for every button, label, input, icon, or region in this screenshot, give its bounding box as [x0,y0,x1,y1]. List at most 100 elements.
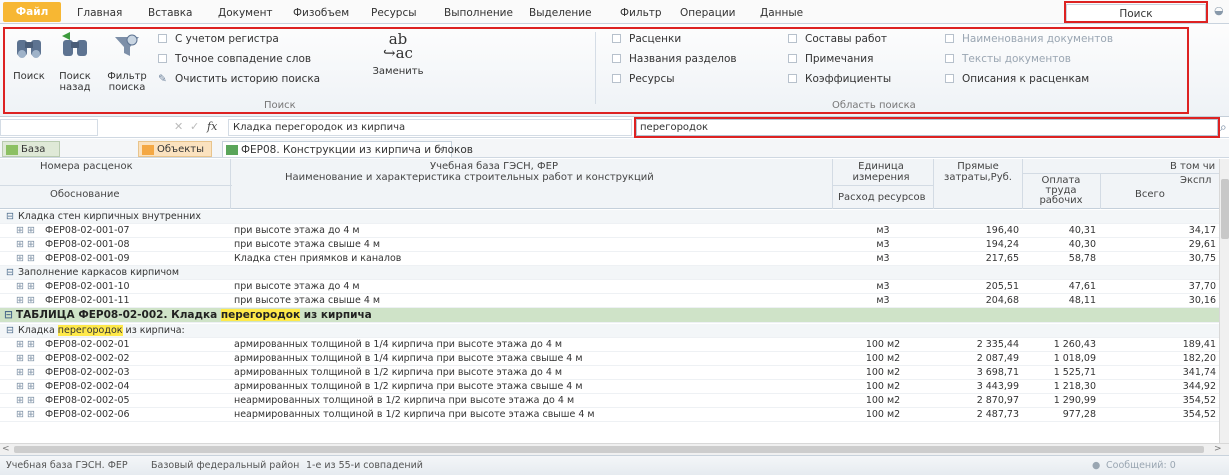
clear-history-button[interactable]: ✎ Очистить историю поиска [158,72,320,86]
scope-section-names-checkbox[interactable]: Названия разделов [612,52,737,66]
header-name: Наименование и характеристика строительн… [285,172,654,183]
menu-tab-selection[interactable]: Выделение [529,4,592,22]
search-group-label: Поиск [264,100,296,111]
table-row[interactable]: ⊞ ⊞ ФЕР08-02-001-10 при высоте этажа до 4 … [0,280,1219,294]
header-base: Учебная база ГЭСН, ФЕР [430,161,558,172]
menu-tab-resources[interactable]: Ресурсы [371,4,417,22]
checkbox-box [788,74,797,83]
collapse-icon[interactable]: ⊟ [6,324,14,337]
scope-prices-checkbox[interactable]: Расценки [612,32,681,46]
scroll-thumb[interactable] [14,446,1204,453]
menu-file[interactable]: Файл [3,2,61,22]
menu-tab-insert[interactable]: Вставка [148,4,193,22]
menu-tab-volume[interactable]: Физобъем [293,4,349,22]
scope-document-texts-checkbox[interactable]: Тексты документов [945,52,1071,66]
scope-resources-label: Ресурсы [629,73,675,85]
price-code: ФЕР08-02-001-07 [45,225,130,236]
find-button[interactable]: Поиск [6,32,52,82]
price-code: ФЕР08-02-002-03 [45,367,130,378]
table-row[interactable]: ⊞ ⊞ ФЕР08-02-002-01 армированных толщиной … [0,338,1219,352]
table-row[interactable]: ⊞ ⊞ ФЕР08-02-002-03 армированных толщиной … [0,366,1219,380]
table-row[interactable]: ⊞ ⊞ ФЕР08-02-001-08 при высоте этажа свыше… [0,238,1219,252]
menu-tab-operations[interactable]: Операции [680,4,735,22]
expand-icon[interactable]: ⊞ ⊞ [16,380,35,393]
whole-words-checkbox[interactable]: Точное совпадение слов [158,52,311,66]
status-messages[interactable]: Сообщений: 0 [1106,456,1176,475]
group-row[interactable]: ⊟ Кладка стен кирпичных внутренних [0,210,1219,224]
name-box[interactable] [0,119,98,136]
menu-tab-filter[interactable]: Фильтр [620,4,662,22]
close-icon[interactable]: ✕ [436,142,445,158]
price-code: ФЕР08-02-002-06 [45,409,130,420]
labor-cost: 977,28 [1062,409,1096,420]
tab-document[interactable]: ФЕР08. Конструкции из кирпича и блоков ✕ [222,141,473,158]
replace-button[interactable]: ab ↪ac Заменить [370,32,426,78]
search-icon[interactable]: ⌕ [1220,120,1227,135]
collapse-icon[interactable]: ⊟ [6,210,14,223]
expand-icon[interactable]: ⊞ ⊞ [16,408,35,421]
search-input[interactable]: перегородок [636,119,1218,136]
expand-icon[interactable]: ⊞ ⊞ [16,352,35,365]
unit: 100 м2 [865,353,901,364]
expand-icon[interactable]: ⊞ ⊞ [16,366,35,379]
expand-icon[interactable]: ⊞ ⊞ [16,294,35,307]
scope-document-names-checkbox[interactable]: Наименования документов [945,32,1113,46]
table-row[interactable]: ⊞ ⊞ ФЕР08-02-001-09 Кладка стен приямков и… [0,252,1219,266]
labor-cost: 47,61 [1068,281,1096,292]
menu-tab-home[interactable]: Главная [77,4,122,22]
menu-tab-search[interactable]: Поиск [1066,4,1206,22]
match-case-checkbox[interactable]: С учетом регистра [158,32,279,46]
group-row[interactable]: ⊟ Кладка перегородок из кирпича: [0,324,1219,338]
table-row[interactable]: ⊞ ⊞ ФЕР08-02-002-04 армированных толщиной … [0,380,1219,394]
horizontal-scrollbar[interactable]: < > [0,443,1229,455]
table-row[interactable]: ⊞ ⊞ ФЕР08-02-002-06 неармированных толщино… [0,408,1219,422]
menu-tab-execution[interactable]: Выполнение [444,4,513,22]
help-icon[interactable]: ◒ [1214,4,1224,17]
expand-icon[interactable]: ⊞ ⊞ [16,394,35,407]
price-code: ФЕР08-02-001-08 [45,239,130,250]
scope-document-texts-label: Тексты документов [962,53,1071,65]
scroll-thumb[interactable] [1221,179,1229,239]
menu-tab-data[interactable]: Данные [760,4,803,22]
price-code: ФЕР08-02-001-10 [45,281,130,292]
scope-price-descriptions-checkbox[interactable]: Описания к расценкам [945,72,1089,86]
work-name: неармированных толщиной в 1/2 кирпича пр… [234,395,575,406]
table-row[interactable]: ⊞ ⊞ ФЕР08-02-001-07 при высоте этажа до 4 … [0,224,1219,238]
scope-document-names-label: Наименования документов [962,33,1114,45]
scope-notes-checkbox[interactable]: Примечания [788,52,873,66]
expand-icon[interactable]: ⊞ ⊞ [16,238,35,251]
confirm-icon[interactable]: ✓ [190,120,199,133]
scroll-right-icon[interactable]: > [1214,444,1222,454]
scope-work-composition-checkbox[interactable]: Составы работ [788,32,887,46]
expand-icon[interactable]: ⊞ ⊞ [16,338,35,351]
work-name: неармированных толщиной в 1/2 кирпича пр… [234,409,595,420]
tab-base[interactable]: База [2,141,60,157]
scroll-left-icon[interactable]: < [2,444,10,454]
table-row[interactable]: ⊞ ⊞ ФЕР08-02-001-11 при высоте этажа свыше… [0,294,1219,308]
expand-icon[interactable]: ⊞ ⊞ [16,224,35,237]
table-row[interactable]: ⊞ ⊞ ФЕР08-02-002-02 армированных толщиной … [0,352,1219,366]
collapse-icon[interactable]: ⊟ [4,308,13,323]
clear-history-label: Очистить историю поиска [175,73,321,85]
cancel-icon[interactable]: ✕ [174,120,183,133]
price-code: ФЕР08-02-001-11 [45,295,130,306]
table-section-row[interactable]: ⊟ ТАБЛИЦА ФЕР08-02-002. Кладка перегородо… [0,308,1219,323]
vertical-scrollbar[interactable] [1219,159,1229,443]
find-back-button[interactable]: Поиск назад [52,32,98,93]
table-row[interactable]: ⊞ ⊞ ФЕР08-02-002-05 неармированных толщино… [0,394,1219,408]
labor-cost: 1 018,09 [1053,353,1096,364]
unit: 100 м2 [865,381,901,392]
expand-icon[interactable]: ⊞ ⊞ [16,252,35,265]
tab-objects[interactable]: Объекты [138,141,212,157]
scope-coefficients-checkbox[interactable]: Коэффициенты [788,72,891,86]
group-row[interactable]: ⊟ Заполнение каркасов кирпичом [0,266,1219,280]
collapse-icon[interactable]: ⊟ [6,266,14,279]
search-filter-button[interactable]: Фильтр поиска [101,32,153,93]
expand-icon[interactable]: ⊞ ⊞ [16,280,35,293]
messages-icon[interactable]: ● [1092,456,1100,475]
price-code: ФЕР08-02-002-01 [45,339,130,350]
scope-resources-checkbox[interactable]: Ресурсы [612,72,675,86]
formula-input[interactable]: Кладка перегородок из кирпича [228,119,632,136]
menu-tab-document[interactable]: Документ [218,4,273,22]
unit: 100 м2 [865,395,901,406]
